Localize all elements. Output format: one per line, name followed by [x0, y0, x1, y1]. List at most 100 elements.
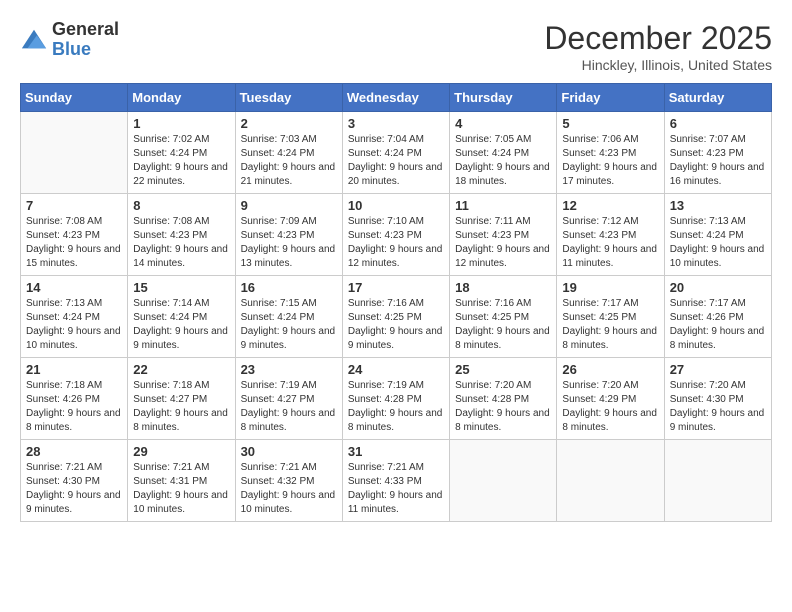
calendar-cell — [557, 440, 664, 522]
day-info: Sunrise: 7:06 AMSunset: 4:23 PMDaylight:… — [562, 133, 658, 189]
day-number: 18 — [455, 280, 551, 295]
calendar-cell: 2 Sunrise: 7:03 AMSunset: 4:24 PMDaylight… — [235, 112, 342, 194]
calendar-cell: 16 Sunrise: 7:15 AMSunset: 4:24 PMDayligh… — [235, 276, 342, 358]
calendar-cell — [21, 112, 128, 194]
title-block: December 2025 Hinckley, Illinois, United… — [544, 20, 772, 73]
calendar-cell: 28 Sunrise: 7:21 AMSunset: 4:30 PMDayligh… — [21, 440, 128, 522]
day-info: Sunrise: 7:13 AMSunset: 4:24 PMDaylight:… — [26, 297, 122, 353]
calendar-cell: 22 Sunrise: 7:18 AMSunset: 4:27 PMDayligh… — [128, 358, 235, 440]
calendar-cell — [664, 440, 771, 522]
day-info: Sunrise: 7:20 AMSunset: 4:30 PMDaylight:… — [670, 379, 766, 435]
day-number: 11 — [455, 198, 551, 213]
location: Hinckley, Illinois, United States — [544, 57, 772, 73]
day-number: 2 — [241, 116, 337, 131]
logo-icon — [20, 26, 48, 54]
day-number: 7 — [26, 198, 122, 213]
column-header-saturday: Saturday — [664, 84, 771, 112]
calendar-cell: 11Sunrise: 7:11 AMSunset: 4:23 PMDayligh… — [450, 194, 557, 276]
calendar-cell: 21Sunrise: 7:18 AMSunset: 4:26 PMDayligh… — [21, 358, 128, 440]
day-info: Sunrise: 7:20 AMSunset: 4:28 PMDaylight:… — [455, 379, 551, 435]
day-number: 27 — [670, 362, 766, 377]
calendar-cell: 10 Sunrise: 7:10 AMSunset: 4:23 PMDayligh… — [342, 194, 449, 276]
day-number: 4 — [455, 116, 551, 131]
day-info: Sunrise: 7:10 AMSunset: 4:23 PMDaylight:… — [348, 215, 444, 271]
day-number: 6 — [670, 116, 766, 131]
day-number: 5 — [562, 116, 658, 131]
day-info: Sunrise: 7:02 AMSunset: 4:24 PMDaylight:… — [133, 133, 229, 189]
day-number: 22 — [133, 362, 229, 377]
calendar-cell: 12 Sunrise: 7:12 AMSunset: 4:23 PMDayligh… — [557, 194, 664, 276]
calendar-cell: 9 Sunrise: 7:09 AMSunset: 4:23 PMDaylight… — [235, 194, 342, 276]
day-info: Sunrise: 7:05 AMSunset: 4:24 PMDaylight:… — [455, 133, 551, 189]
calendar-cell: 19 Sunrise: 7:17 AMSunset: 4:25 PMDayligh… — [557, 276, 664, 358]
calendar-cell: 1 Sunrise: 7:02 AMSunset: 4:24 PMDaylight… — [128, 112, 235, 194]
day-info: Sunrise: 7:03 AMSunset: 4:24 PMDaylight:… — [241, 133, 337, 189]
day-info: Sunrise: 7:21 AMSunset: 4:33 PMDaylight:… — [348, 461, 444, 517]
day-number: 19 — [562, 280, 658, 295]
calendar-cell: 20Sunrise: 7:17 AMSunset: 4:26 PMDayligh… — [664, 276, 771, 358]
day-number: 30 — [241, 444, 337, 459]
calendar-cell: 23 Sunrise: 7:19 AMSunset: 4:27 PMDayligh… — [235, 358, 342, 440]
day-number: 16 — [241, 280, 337, 295]
day-number: 28 — [26, 444, 122, 459]
day-info: Sunrise: 7:19 AMSunset: 4:28 PMDaylight:… — [348, 379, 444, 435]
day-number: 10 — [348, 198, 444, 213]
column-header-sunday: Sunday — [21, 84, 128, 112]
calendar-week-5: 28 Sunrise: 7:21 AMSunset: 4:30 PMDayligh… — [21, 440, 772, 522]
day-number: 31 — [348, 444, 444, 459]
day-number: 17 — [348, 280, 444, 295]
calendar-cell: 6 Sunrise: 7:07 AMSunset: 4:23 PMDaylight… — [664, 112, 771, 194]
calendar-week-4: 21Sunrise: 7:18 AMSunset: 4:26 PMDayligh… — [21, 358, 772, 440]
day-info: Sunrise: 7:07 AMSunset: 4:23 PMDaylight:… — [670, 133, 766, 189]
calendar-header-row: SundayMondayTuesdayWednesdayThursdayFrid… — [21, 84, 772, 112]
column-header-monday: Monday — [128, 84, 235, 112]
day-number: 24 — [348, 362, 444, 377]
calendar-cell: 26Sunrise: 7:20 AMSunset: 4:29 PMDayligh… — [557, 358, 664, 440]
column-header-tuesday: Tuesday — [235, 84, 342, 112]
day-number: 15 — [133, 280, 229, 295]
day-info: Sunrise: 7:08 AMSunset: 4:23 PMDaylight:… — [26, 215, 122, 271]
day-number: 20 — [670, 280, 766, 295]
day-info: Sunrise: 7:21 AMSunset: 4:32 PMDaylight:… — [241, 461, 337, 517]
logo-text: General Blue — [52, 20, 119, 60]
day-info: Sunrise: 7:08 AMSunset: 4:23 PMDaylight:… — [133, 215, 229, 271]
day-number: 23 — [241, 362, 337, 377]
calendar-cell: 25Sunrise: 7:20 AMSunset: 4:28 PMDayligh… — [450, 358, 557, 440]
calendar-cell — [450, 440, 557, 522]
column-header-thursday: Thursday — [450, 84, 557, 112]
day-number: 3 — [348, 116, 444, 131]
day-number: 29 — [133, 444, 229, 459]
day-info: Sunrise: 7:19 AMSunset: 4:27 PMDaylight:… — [241, 379, 337, 435]
day-number: 9 — [241, 198, 337, 213]
day-number: 1 — [133, 116, 229, 131]
logo: General Blue — [20, 20, 119, 60]
column-header-friday: Friday — [557, 84, 664, 112]
month-title: December 2025 — [544, 20, 772, 57]
day-info: Sunrise: 7:15 AMSunset: 4:24 PMDaylight:… — [241, 297, 337, 353]
day-number: 12 — [562, 198, 658, 213]
day-info: Sunrise: 7:18 AMSunset: 4:27 PMDaylight:… — [133, 379, 229, 435]
day-info: Sunrise: 7:16 AMSunset: 4:25 PMDaylight:… — [348, 297, 444, 353]
column-header-wednesday: Wednesday — [342, 84, 449, 112]
day-info: Sunrise: 7:18 AMSunset: 4:26 PMDaylight:… — [26, 379, 122, 435]
day-number: 13 — [670, 198, 766, 213]
day-info: Sunrise: 7:21 AMSunset: 4:31 PMDaylight:… — [133, 461, 229, 517]
calendar-cell: 4 Sunrise: 7:05 AMSunset: 4:24 PMDaylight… — [450, 112, 557, 194]
calendar-cell: 3Sunrise: 7:04 AMSunset: 4:24 PMDaylight… — [342, 112, 449, 194]
day-info: Sunrise: 7:12 AMSunset: 4:23 PMDaylight:… — [562, 215, 658, 271]
calendar-cell: 27 Sunrise: 7:20 AMSunset: 4:30 PMDayligh… — [664, 358, 771, 440]
calendar-cell: 7 Sunrise: 7:08 AMSunset: 4:23 PMDaylight… — [21, 194, 128, 276]
day-info: Sunrise: 7:09 AMSunset: 4:23 PMDaylight:… — [241, 215, 337, 271]
calendar-week-1: 1 Sunrise: 7:02 AMSunset: 4:24 PMDaylight… — [21, 112, 772, 194]
calendar-cell: 31 Sunrise: 7:21 AMSunset: 4:33 PMDayligh… — [342, 440, 449, 522]
calendar-cell: 14Sunrise: 7:13 AMSunset: 4:24 PMDayligh… — [21, 276, 128, 358]
day-info: Sunrise: 7:21 AMSunset: 4:30 PMDaylight:… — [26, 461, 122, 517]
day-info: Sunrise: 7:13 AMSunset: 4:24 PMDaylight:… — [670, 215, 766, 271]
calendar-cell: 17 Sunrise: 7:16 AMSunset: 4:25 PMDayligh… — [342, 276, 449, 358]
calendar-week-3: 14Sunrise: 7:13 AMSunset: 4:24 PMDayligh… — [21, 276, 772, 358]
calendar-week-2: 7 Sunrise: 7:08 AMSunset: 4:23 PMDaylight… — [21, 194, 772, 276]
day-info: Sunrise: 7:14 AMSunset: 4:24 PMDaylight:… — [133, 297, 229, 353]
day-info: Sunrise: 7:20 AMSunset: 4:29 PMDaylight:… — [562, 379, 658, 435]
calendar-cell: 13 Sunrise: 7:13 AMSunset: 4:24 PMDayligh… — [664, 194, 771, 276]
day-info: Sunrise: 7:17 AMSunset: 4:25 PMDaylight:… — [562, 297, 658, 353]
